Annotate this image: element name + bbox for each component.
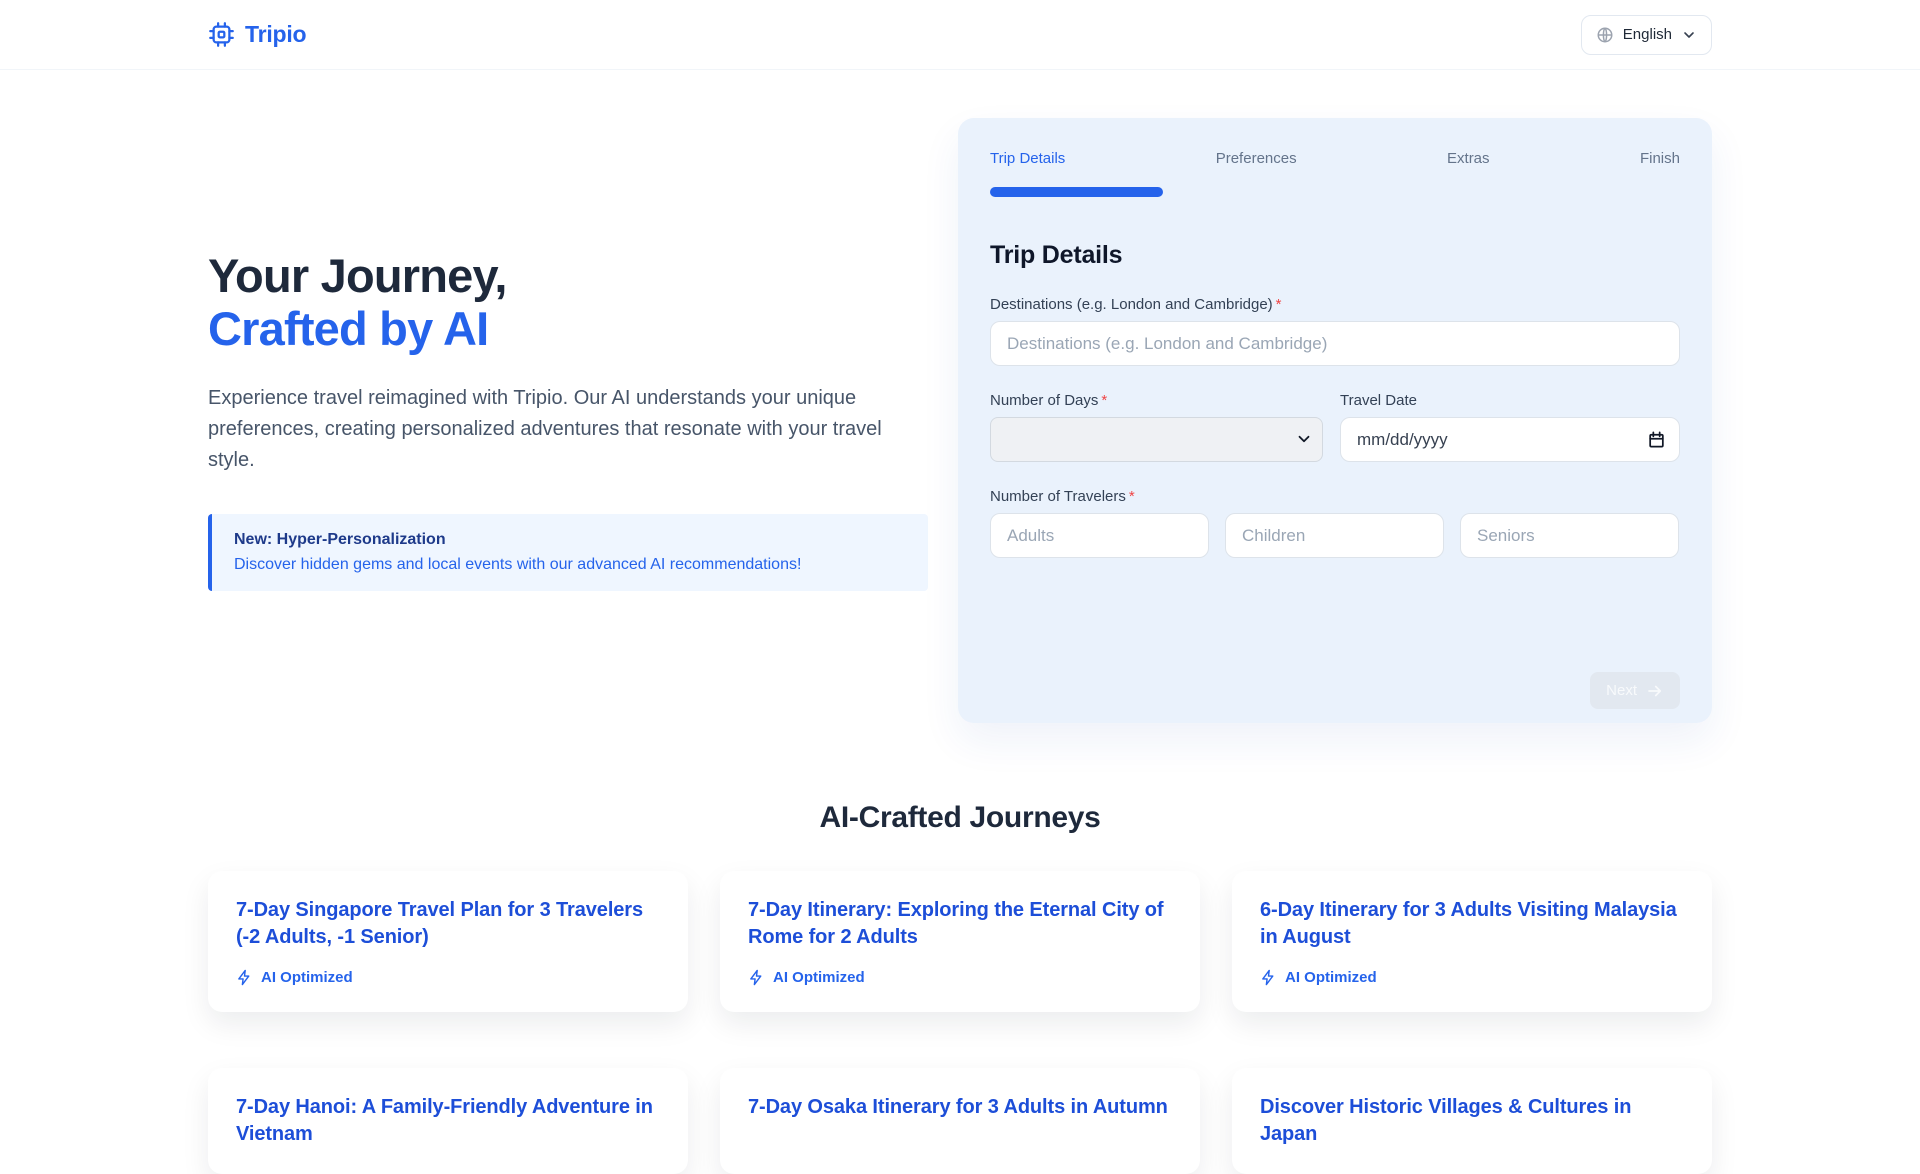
journey-card[interactable]: 7-Day Itinerary: Exploring the Eternal C…: [720, 871, 1200, 1012]
form-heading: Trip Details: [990, 241, 1123, 269]
days-select[interactable]: [990, 417, 1323, 462]
globe-icon: [1596, 26, 1614, 44]
journey-card[interactable]: Discover Historic Villages & Cultures in…: [1232, 1068, 1712, 1174]
required-asterisk: *: [1128, 488, 1135, 505]
brand-logo[interactable]: Tripio: [208, 21, 307, 48]
language-label: English: [1622, 26, 1672, 43]
destinations-input[interactable]: [990, 321, 1680, 366]
journey-card[interactable]: 6-Day Itinerary for 3 Adults Visiting Ma…: [1232, 871, 1712, 1012]
next-button-label: Next: [1606, 682, 1637, 699]
next-button[interactable]: Next: [1590, 672, 1680, 709]
journey-title: 7-Day Itinerary: Exploring the Eternal C…: [748, 899, 1164, 948]
ai-optimized-badge: AI Optimized: [236, 969, 660, 986]
lightning-bolt-icon: [236, 969, 253, 986]
step-extras[interactable]: Extras: [1447, 150, 1490, 167]
hero-title: Your Journey, Crafted by AI: [208, 248, 938, 355]
journeys-section: AI-Crafted Journeys 7-Day Singapore Trav…: [0, 801, 1920, 1174]
progress-track: [990, 187, 1680, 197]
hero-title-line1: Your Journey,: [208, 248, 507, 302]
announcement-callout: New: Hyper-Personalization Discover hidd…: [208, 514, 928, 592]
journey-card[interactable]: 7-Day Osaka Itinerary for 3 Adults in Au…: [720, 1068, 1200, 1174]
journeys-grid-row1: 7-Day Singapore Travel Plan for 3 Travel…: [208, 871, 1712, 1012]
chip-icon: [208, 21, 235, 48]
journey-title: 6-Day Itinerary for 3 Adults Visiting Ma…: [1260, 899, 1677, 948]
hero-description: Experience travel reimagined with Tripio…: [208, 387, 882, 472]
step-preferences[interactable]: Preferences: [1216, 150, 1297, 167]
journey-title: 7-Day Osaka Itinerary for 3 Adults in Au…: [748, 1096, 1168, 1118]
travel-date-label: Travel Date: [1340, 392, 1417, 409]
step-trip-details[interactable]: Trip Details: [990, 150, 1065, 167]
chevron-down-icon: [1681, 27, 1697, 43]
required-asterisk: *: [1275, 296, 1282, 313]
children-input[interactable]: [1225, 513, 1444, 558]
ai-optimized-label: AI Optimized: [261, 969, 353, 986]
journeys-grid-row2: 7-Day Hanoi: A Family-Friendly Adventure…: [208, 1068, 1712, 1174]
journey-title: Discover Historic Villages & Cultures in…: [1260, 1096, 1632, 1145]
step-finish[interactable]: Finish: [1640, 150, 1680, 167]
adults-input[interactable]: [990, 513, 1209, 558]
progress-fill: [990, 187, 1163, 197]
journeys-heading: AI-Crafted Journeys: [819, 801, 1101, 834]
hero-section: Your Journey, Crafted by AI Experience t…: [0, 70, 1920, 723]
callout-title: New: Hyper-Personalization: [234, 531, 446, 549]
ai-optimized-label: AI Optimized: [773, 969, 865, 986]
lightning-bolt-icon: [1260, 969, 1277, 986]
lightning-bolt-icon: [748, 969, 765, 986]
arrow-right-icon: [1646, 682, 1664, 700]
language-selector-button[interactable]: English: [1580, 14, 1712, 55]
journey-card[interactable]: 7-Day Singapore Travel Plan for 3 Travel…: [208, 871, 688, 1012]
ai-optimized-badge: AI Optimized: [748, 969, 1172, 986]
journey-title: 7-Day Singapore Travel Plan for 3 Travel…: [236, 899, 643, 948]
trip-wizard-card: Trip Details Preferences Extras Finish T…: [958, 118, 1712, 723]
top-navbar: Tripio English: [0, 0, 1920, 70]
travelers-label: Number of Travelers *: [990, 488, 1135, 505]
callout-description: Discover hidden gems and local events wi…: [234, 556, 802, 574]
calendar-icon[interactable]: [1647, 430, 1666, 454]
ai-optimized-label: AI Optimized: [1285, 969, 1377, 986]
days-label: Number of Days *: [990, 392, 1108, 409]
journey-card[interactable]: 7-Day Hanoi: A Family-Friendly Adventure…: [208, 1068, 688, 1174]
ai-optimized-badge: AI Optimized: [1260, 969, 1684, 986]
hero-copy: Your Journey, Crafted by AI Experience t…: [208, 248, 938, 592]
seniors-input[interactable]: [1460, 513, 1679, 558]
wizard-steps: Trip Details Preferences Extras Finish: [990, 150, 1680, 167]
brand-name: Tripio: [245, 21, 307, 47]
destinations-label: Destinations (e.g. London and Cambridge)…: [990, 296, 1282, 313]
hero-title-line2: Crafted by AI: [208, 301, 489, 355]
journey-title: 7-Day Hanoi: A Family-Friendly Adventure…: [236, 1096, 653, 1145]
travel-date-input[interactable]: [1340, 417, 1680, 462]
required-asterisk: *: [1101, 392, 1108, 409]
